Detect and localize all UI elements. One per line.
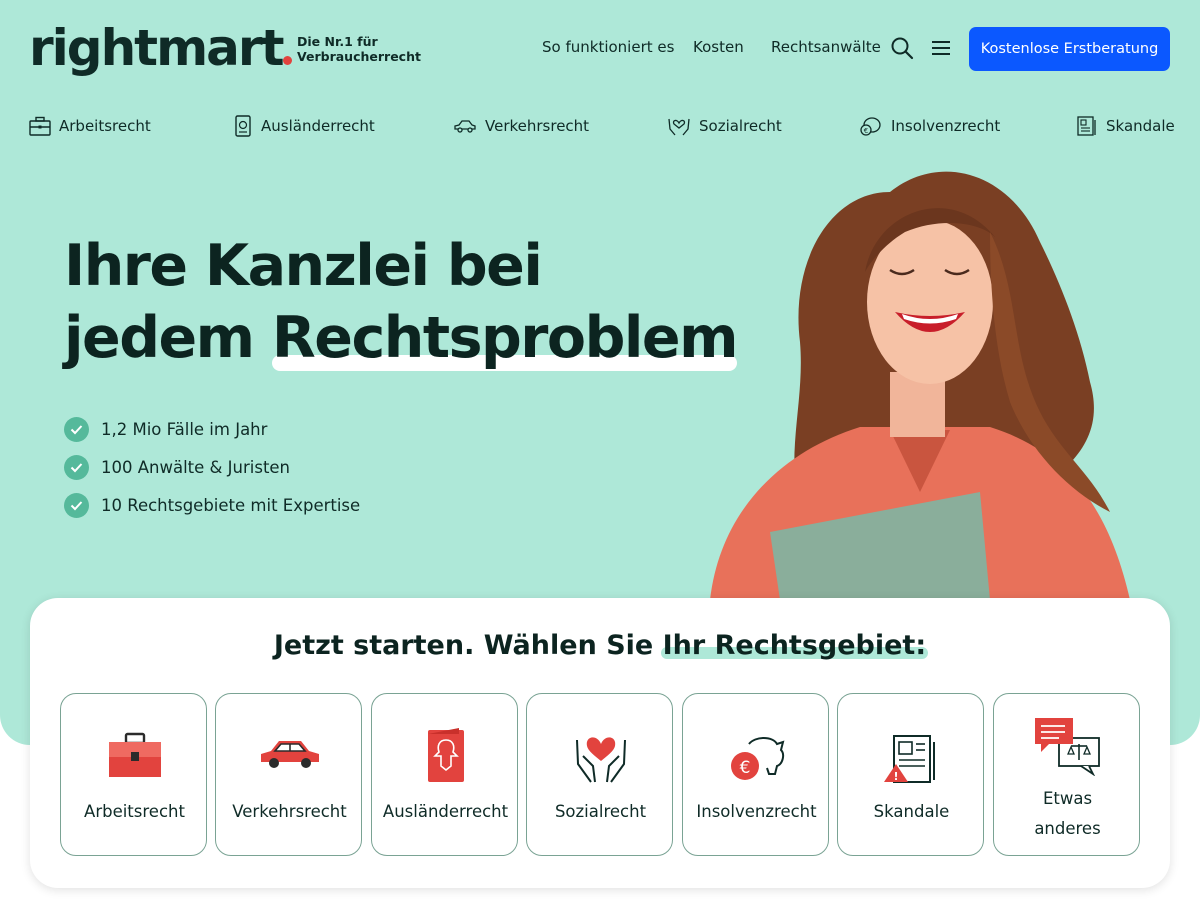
svg-text:!: ! xyxy=(893,770,898,783)
checkmark-icon xyxy=(64,492,89,518)
chat-scales-icon xyxy=(994,716,1141,776)
strip-label: Ausländerrecht xyxy=(261,117,375,135)
hero-person-image xyxy=(690,152,1150,600)
newspaper-icon xyxy=(1077,116,1096,136)
checkmark-icon xyxy=(64,454,89,480)
strip-label: Sozialrecht xyxy=(699,117,782,135)
tile-label: Insolvenzrecht xyxy=(696,802,817,821)
tile-label: Skandale xyxy=(873,802,950,821)
headline-line2: jedem Rechtsproblem xyxy=(64,302,739,374)
piggy-bank-icon: € xyxy=(860,117,881,136)
nav-link-so-funktioniert-es[interactable]: So funktioniert es xyxy=(542,38,674,56)
svg-text:€: € xyxy=(739,758,750,778)
check-item: 100 Anwälte & Juristen xyxy=(64,448,360,486)
briefcase-icon xyxy=(29,116,51,136)
tile-sozialrecht[interactable]: Sozialrecht xyxy=(526,693,673,856)
headline-highlight-text: Rechtsproblem xyxy=(271,305,739,371)
heart-hands-icon xyxy=(668,118,690,136)
tile-label: Etwas anderes xyxy=(994,784,1141,844)
check-item: 1,2 Mio Fälle im Jahr xyxy=(64,410,360,448)
tile-label: Arbeitsrecht xyxy=(84,802,185,821)
free-consultation-button[interactable]: Kostenlose Erstberatung xyxy=(969,27,1170,71)
strip-label: Skandale xyxy=(1106,117,1175,135)
rightmart-logo[interactable]: rightmart xyxy=(29,18,293,78)
headline-highlight: Rechtsproblem xyxy=(271,302,739,374)
tile-etwas-anderes[interactable]: Etwas anderes xyxy=(993,693,1140,856)
strip-item-insolvenzrecht[interactable]: € Insolvenzrecht xyxy=(859,114,1000,138)
logo-text: rightmart xyxy=(29,19,284,77)
site-header: rightmart Die Nr.1 für Verbraucherrecht … xyxy=(0,0,1200,96)
legal-area-selector-card: Jetzt starten. Wählen Sie Ihr Rechtsgebi… xyxy=(30,598,1170,888)
briefcase-icon xyxy=(61,732,208,780)
tile-verkehrsrecht[interactable]: Verkehrsrecht xyxy=(215,693,362,856)
check-item: 10 Rechtsgebiete mit Expertise xyxy=(64,486,360,524)
hero-checklist: 1,2 Mio Fälle im Jahr 100 Anwälte & Juri… xyxy=(64,410,360,524)
car-icon xyxy=(216,732,363,772)
selector-title-start: Jetzt starten. Wählen Sie xyxy=(273,630,663,661)
strip-item-arbeitsrecht[interactable]: Arbeitsrecht xyxy=(29,114,151,138)
strip-item-auslaenderrecht[interactable]: Ausländerrecht xyxy=(233,114,375,138)
piggy-bank-euro-icon: € xyxy=(683,734,830,784)
checkmark-icon xyxy=(64,416,89,442)
headline-line1: Ihre Kanzlei bei xyxy=(64,233,543,299)
headline-line2-start: jedem xyxy=(64,305,272,371)
tile-label-line1: Etwas xyxy=(1042,789,1093,808)
strip-label: Arbeitsrecht xyxy=(59,117,151,135)
selector-title-highlight-text: Ihr Rechtsgebiet: xyxy=(662,630,927,661)
passport-icon xyxy=(235,115,251,137)
tile-label: Ausländerrecht xyxy=(382,802,509,821)
svg-text:€: € xyxy=(864,127,868,135)
selector-title-highlight: Ihr Rechtsgebiet: xyxy=(660,630,928,661)
check-text: 10 Rechtsgebiete mit Expertise xyxy=(101,495,361,515)
newspaper-warning-icon: ! xyxy=(838,734,985,784)
car-icon xyxy=(454,120,476,133)
heart-hands-icon xyxy=(527,730,674,786)
hero-headline: Ihre Kanzlei bei jedem Rechtsproblem xyxy=(64,230,739,374)
tile-label-line2: anderes xyxy=(1034,819,1101,838)
nav-link-kosten[interactable]: Kosten xyxy=(693,38,744,56)
strip-item-verkehrsrecht[interactable]: Verkehrsrecht xyxy=(453,114,589,138)
nav-link-rechtsanwaelte[interactable]: Rechtsanwälte xyxy=(771,38,881,56)
tile-skandale[interactable]: ! Skandale xyxy=(837,693,984,856)
tagline-line1: Die Nr.1 für xyxy=(297,34,378,49)
hamburger-menu-icon[interactable] xyxy=(931,39,951,61)
search-icon[interactable] xyxy=(890,36,914,64)
tile-label: Sozialrecht xyxy=(554,802,647,821)
selector-title: Jetzt starten. Wählen Sie Ihr Rechtsgebi… xyxy=(30,630,1170,661)
check-text: 1,2 Mio Fälle im Jahr xyxy=(101,419,268,439)
tile-auslaenderrecht[interactable]: Ausländerrecht xyxy=(371,693,518,856)
passport-icon xyxy=(372,726,519,784)
tile-arbeitsrecht[interactable]: Arbeitsrecht xyxy=(60,693,207,856)
strip-item-sozialrecht[interactable]: Sozialrecht xyxy=(667,114,782,138)
strip-label: Insolvenzrecht xyxy=(891,117,1001,135)
tile-insolvenzrecht[interactable]: € Insolvenzrecht xyxy=(682,693,829,856)
tile-label: Verkehrsrecht xyxy=(232,802,347,821)
strip-label: Verkehrsrecht xyxy=(485,117,590,135)
tagline-line2: Verbraucherrecht xyxy=(297,49,421,64)
tagline: Die Nr.1 für Verbraucherrecht xyxy=(297,34,421,64)
check-text: 100 Anwälte & Juristen xyxy=(101,457,291,477)
logo-dot xyxy=(283,56,293,65)
strip-item-skandale[interactable]: Skandale xyxy=(1076,114,1175,138)
